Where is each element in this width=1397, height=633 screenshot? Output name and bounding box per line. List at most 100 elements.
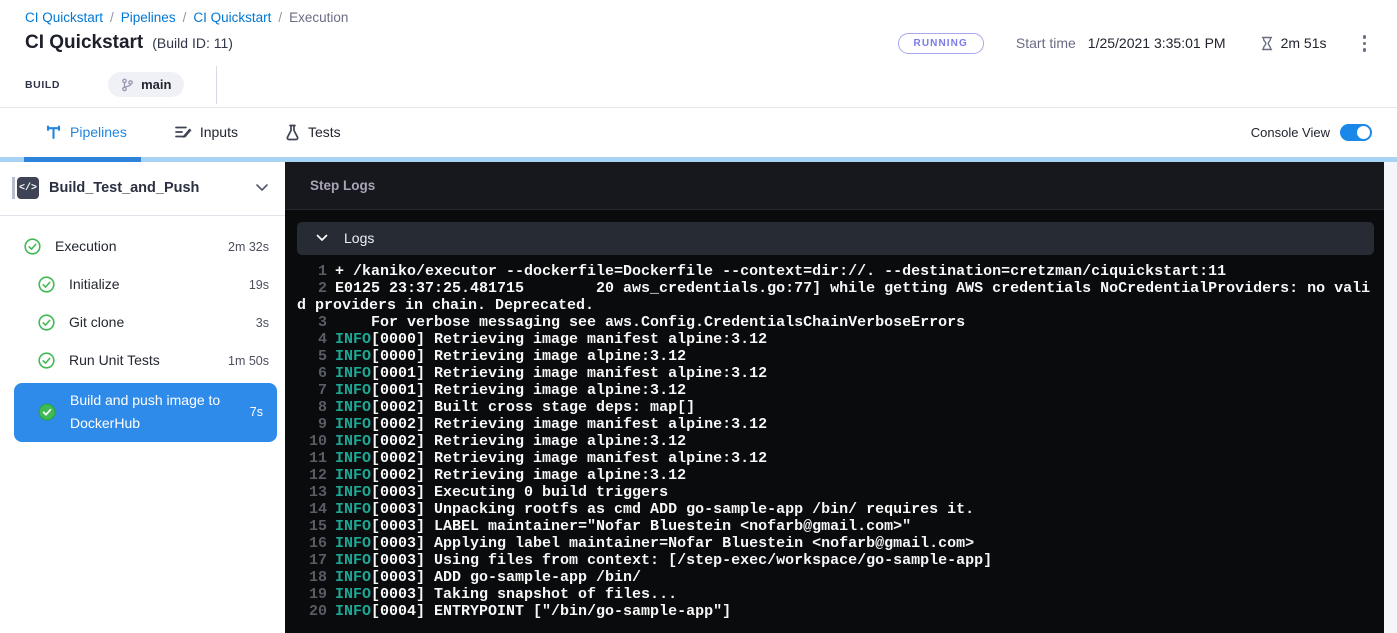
log-text: [0002] Retrieving image manifest alpine:… (371, 450, 767, 467)
log-line-number: 10 (297, 433, 327, 450)
breadcrumb-separator: / (183, 10, 187, 25)
stage-name: Build_Test_and_Push (49, 180, 199, 196)
log-level: INFO (335, 501, 371, 518)
log-level: INFO (335, 484, 371, 501)
step-label: Build and push image to DockerHub (70, 389, 242, 437)
log-level: INFO (335, 331, 371, 348)
step-label: Execution (55, 235, 220, 259)
console-view-toggle[interactable] (1340, 124, 1372, 141)
log-text: [0003] ADD go-sample-app /bin/ (371, 569, 641, 586)
log-text: [0003] Executing 0 build triggers (371, 484, 668, 501)
log-level: INFO (335, 552, 371, 569)
step-row[interactable]: Git clone3s (0, 304, 285, 342)
step-duration: 3s (256, 316, 269, 330)
log-line: 2E0125 23:37:25.481715 20 aws_credential… (297, 280, 1374, 314)
step-row[interactable]: Run Unit Tests1m 50s (0, 342, 285, 380)
log-level: INFO (335, 450, 371, 467)
log-level: INFO (335, 569, 371, 586)
stage-selector[interactable]: </> Build_Test_and_Push (0, 162, 285, 216)
tab-underline (0, 157, 1397, 162)
breadcrumb-link[interactable]: Pipelines (121, 10, 176, 25)
log-line: 16INFO[0003] Applying label maintainer=N… (297, 535, 1374, 552)
pipeline-icon (45, 124, 62, 141)
log-line: 14INFO[0003] Unpacking rootfs as cmd ADD… (297, 501, 1374, 518)
log-line-number: 3 (297, 314, 327, 331)
log-text: [0001] Retrieving image manifest alpine:… (371, 365, 767, 382)
step-row[interactable]: Build and push image to DockerHub 7s (14, 383, 277, 443)
step-logs-header: Step Logs (285, 162, 1384, 210)
log-line: 6INFO[0001] Retrieving image manifest al… (297, 365, 1374, 382)
page-title: CI Quickstart (25, 32, 143, 54)
log-text: For verbose messaging see aws.Config.Cre… (335, 314, 965, 331)
log-level: INFO (335, 433, 371, 450)
build-label: BUILD (25, 79, 60, 91)
step-duration: 19s (249, 278, 269, 292)
log-line: 10 INFO[0002] Retrieving image alpine:3.1… (297, 433, 1374, 450)
start-time-label: Start time (1016, 35, 1076, 51)
breadcrumb: CI Quickstart/Pipelines/CI Quickstart/Ex… (25, 10, 1372, 25)
success-check-icon (24, 238, 41, 255)
log-text: [0003] Unpacking rootfs as cmd ADD go-sa… (371, 501, 974, 518)
console-body: Logs 1+ /kaniko/executor --dockerfile=Do… (285, 210, 1384, 633)
log-text: [0004] ENTRYPOINT ["/bin/go-sample-app"] (371, 603, 731, 620)
log-line-number: 16 (297, 535, 327, 552)
pipeline-sidebar: </> Build_Test_and_Push Execution2m 32sI… (0, 162, 285, 633)
log-text: + /kaniko/executor --dockerfile=Dockerfi… (335, 263, 1226, 280)
build-id: (Build ID: 11) (152, 35, 233, 51)
step-duration: 7s (250, 405, 263, 419)
chevron-down-icon (316, 234, 328, 242)
log-text: [0000] Retrieving image alpine:3.12 (371, 348, 686, 365)
log-line: 9INFO[0002] Retrieving image manifest al… (297, 416, 1374, 433)
log-level: INFO (335, 382, 371, 399)
log-line-number: 9 (297, 416, 327, 433)
step-list: Execution2m 32s Initialize 19s Git clone3sR… (0, 216, 285, 446)
stage-code-icon: </> (12, 177, 39, 199)
git-branch-icon (121, 78, 134, 92)
log-text: [0002] Built cross stage deps: map[] (371, 399, 695, 416)
branch-chip[interactable]: main (108, 72, 184, 97)
status-badge: RUNNING (898, 33, 984, 54)
breadcrumb-link[interactable]: CI Quickstart (193, 10, 271, 25)
log-text: [0000] Retrieving image manifest alpine:… (371, 331, 767, 348)
log-text: E0125 23:37:25.481715 20 aws_credentials… (297, 280, 1370, 314)
console-panel: Step Logs Logs 1+ /kaniko/executor --doc… (285, 162, 1384, 633)
tests-icon (285, 124, 300, 141)
breadcrumb-link[interactable]: CI Quickstart (25, 10, 103, 25)
log-line-number: 2 (297, 280, 327, 297)
log-line-number: 13 (297, 484, 327, 501)
log-level: INFO (335, 467, 371, 484)
page-header: CI Quickstart/Pipelines/CI Quickstart/Ex… (0, 0, 1397, 107)
tab-tests[interactable]: Tests (285, 124, 341, 141)
step-logs-title: Step Logs (310, 178, 375, 193)
log-level: INFO (335, 416, 371, 433)
tab-label: Inputs (200, 124, 238, 140)
tab-bar: PipelinesInputsTests Console View (0, 107, 1397, 157)
log-level: INFO (335, 586, 371, 603)
step-row[interactable]: Execution2m 32s (0, 228, 285, 266)
kebab-menu-icon[interactable] (1357, 32, 1373, 55)
log-line: 7INFO[0001] Retrieving image alpine:3.12 (297, 382, 1374, 399)
tab-inputs[interactable]: Inputs (174, 124, 238, 140)
log-level: INFO (335, 518, 371, 535)
divider (216, 66, 217, 104)
inputs-icon (174, 124, 192, 140)
tab-pipelines[interactable]: Pipelines (45, 124, 127, 141)
log-text: [0002] Retrieving image alpine:3.12 (371, 433, 686, 450)
success-check-icon (38, 314, 55, 331)
log-line-number: 8 (297, 399, 327, 416)
success-check-icon (38, 276, 55, 293)
active-tab-indicator (24, 157, 141, 162)
log-text: [0003] Taking snapshot of files... (371, 586, 677, 603)
log-line: 20INFO[0004] ENTRYPOINT ["/bin/go-sample… (297, 603, 1374, 620)
breadcrumb-current: Execution (289, 10, 348, 25)
log-line-number: 5 (297, 348, 327, 365)
breadcrumb-separator: / (278, 10, 282, 25)
logs-section-header[interactable]: Logs (297, 222, 1374, 255)
log-line-number: 4 (297, 331, 327, 348)
log-line-number: 20 (297, 603, 327, 620)
log-line-number: 18 (297, 569, 327, 586)
log-line-number: 7 (297, 382, 327, 399)
log-level: INFO (335, 535, 371, 552)
step-row[interactable]: Initialize 19s (0, 266, 285, 304)
step-label: Initialize (69, 273, 241, 297)
